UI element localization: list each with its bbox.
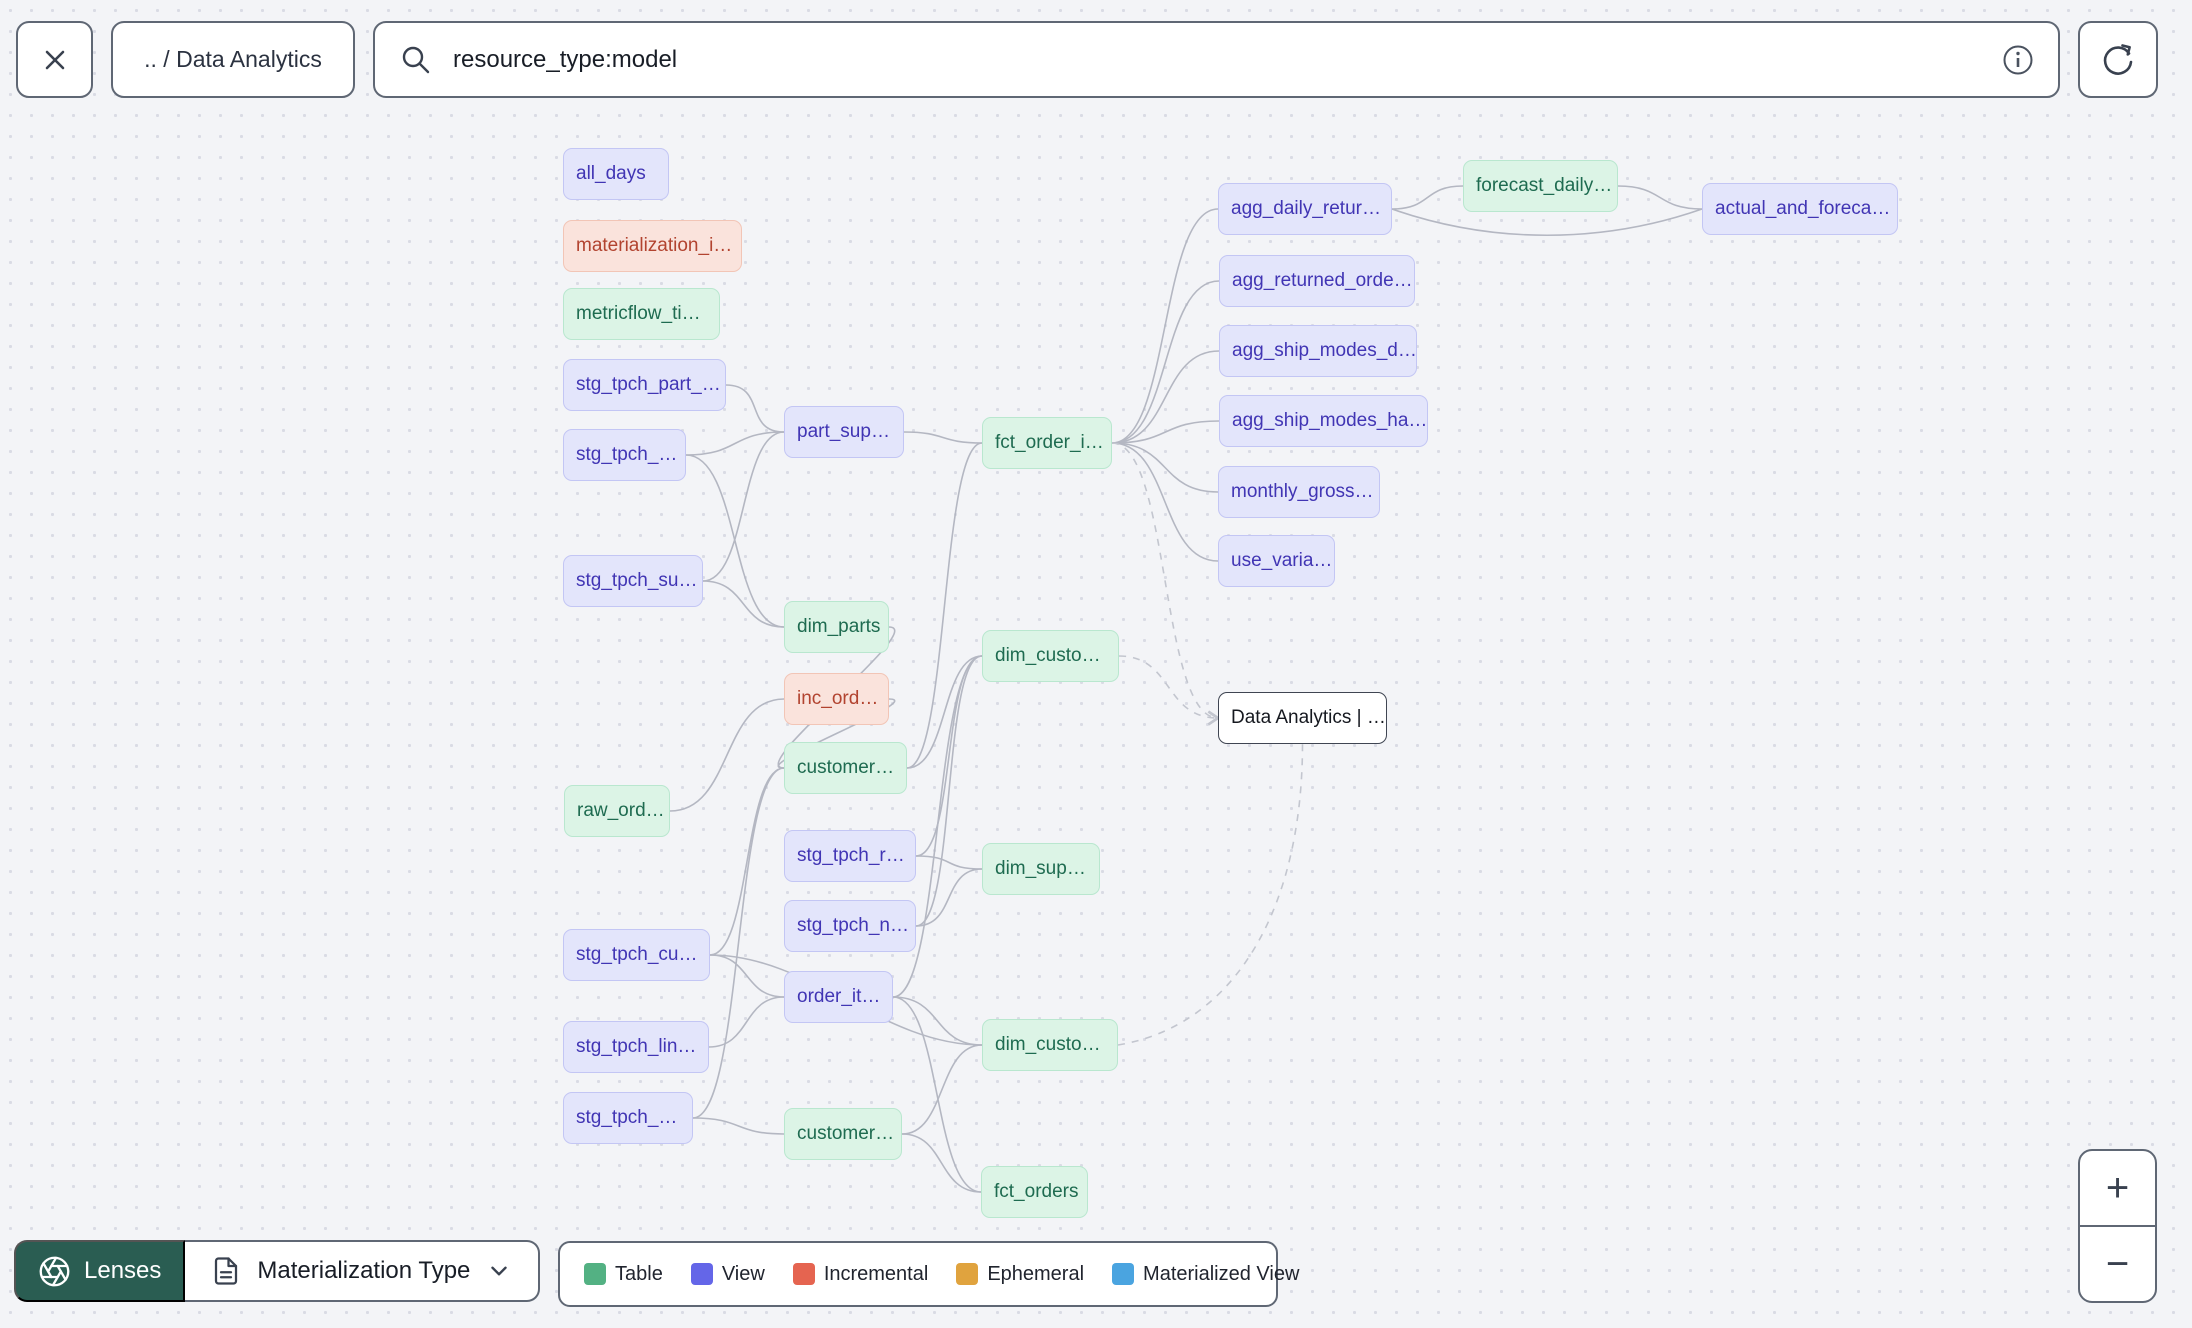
lenses-button[interactable]: Lenses [14,1240,186,1302]
lenses-group: Lenses Materialization Type [14,1240,541,1302]
graph-node-raw-ord[interactable]: raw_ord… [564,785,670,837]
graph-node-stg-tpch-cu[interactable]: stg_tpch_cu… [563,929,710,981]
graph-node-materialization-i[interactable]: materialization_i… [563,220,742,272]
graph-node-all-days[interactable]: all_days [563,148,669,200]
graph-node-stg-tpch[interactable]: stg_tpch_… [563,1092,693,1144]
lenses-label: Lenses [84,1257,162,1284]
info-icon[interactable] [2002,44,2034,76]
graph-node-data-analytics[interactable]: Data Analytics | … [1218,692,1387,744]
legend-item-incremental: Incremental [792,1262,929,1286]
graph-node-part-sup[interactable]: part_sup… [784,406,904,458]
zoom-in-button[interactable]: + [2080,1151,2155,1225]
graph-node-dim-custo[interactable]: dim_custo… [982,630,1119,682]
graph-node-dim-parts[interactable]: dim_parts [784,601,889,653]
search-bar[interactable] [373,21,2060,98]
graph-node-use-varia[interactable]: use_varia… [1218,535,1335,587]
refresh-button[interactable] [2078,21,2158,98]
legend-label: Materialized View [1143,1262,1300,1285]
breadcrumb-label: .. / Data Analytics [144,46,322,72]
close-button[interactable] [16,21,93,98]
legend-label: View [721,1262,765,1285]
legend-item-table: Table [584,1263,663,1286]
lineage-canvas[interactable]: all_days materialization_i… metricflow_ti…… [0,0,2192,1328]
legend-label: Incremental [823,1262,929,1285]
aperture-icon [39,1256,70,1286]
graph-node-fct-orders[interactable]: fct_orders [981,1166,1088,1218]
lens-selector[interactable]: Materialization Type [185,1240,541,1302]
legend-item-view: View [690,1262,765,1286]
zoom-out-button[interactable]: − [2080,1225,2155,1301]
zoom-controls: + − [2078,1149,2157,1303]
graph-node-inc-ord[interactable]: inc_ord… [784,673,889,725]
graph-node-metricflow-ti[interactable]: metricflow_ti… [563,288,720,340]
legend-label: Ephemeral [987,1262,1085,1285]
refresh-icon [2103,43,2133,75]
graph-node-actual-and-foreca[interactable]: actual_and_foreca… [1702,183,1898,235]
graph-node-agg-ship-modes-ha[interactable]: agg_ship_modes_ha… [1219,395,1428,447]
legend-item-materialized-view: Materialized View [1112,1263,1299,1286]
legend-swatch [956,1263,979,1285]
legend-swatch [1112,1263,1135,1285]
legend-swatch [690,1263,713,1285]
graph-node-stg-tpch-lin[interactable]: stg_tpch_lin… [563,1021,709,1073]
graph-node-stg-tpch-n[interactable]: stg_tpch_n… [784,900,916,952]
graph-node-forecast-daily[interactable]: forecast_daily… [1463,160,1618,212]
legend-item-ephemeral: Ephemeral [956,1263,1084,1286]
search-input[interactable] [453,45,2002,74]
graph-node-stg-tpch-r[interactable]: stg_tpch_r… [784,830,916,882]
graph-node-agg-ship-modes-d[interactable]: agg_ship_modes_d… [1219,325,1417,377]
graph-node-dim-custo[interactable]: dim_custo… [982,1019,1118,1071]
graph-node-agg-daily-retur[interactable]: agg_daily_retur… [1218,183,1392,235]
graph-node-fct-order-i[interactable]: fct_order_i… [982,417,1112,469]
legend: Table View Incremental Ephemeral Materialize… [558,1241,1299,1307]
document-icon [215,1257,238,1285]
graph-node-customer[interactable]: customer… [784,1108,902,1160]
search-icon [402,46,430,73]
breadcrumb[interactable]: .. / Data Analytics [111,21,355,98]
graph-node-customer[interactable]: customer… [784,742,907,794]
graph-node-stg-tpch-part[interactable]: stg_tpch_part_… [563,359,726,411]
legend-label: Table [615,1262,663,1285]
graph-node-monthly-gross[interactable]: monthly_gross… [1218,466,1380,518]
graph-node-stg-tpch[interactable]: stg_tpch_… [563,429,686,481]
graph-node-order-it[interactable]: order_it… [784,971,893,1023]
chevron-down-icon [491,1266,508,1276]
graph-node-agg-returned-orde[interactable]: agg_returned_orde… [1219,255,1415,307]
legend-swatch [792,1263,815,1285]
graph-node-stg-tpch-su[interactable]: stg_tpch_su… [563,555,703,607]
lens-selector-label: Materialization Type [257,1257,471,1284]
legend-swatch [584,1263,606,1285]
graph-node-dim-sup[interactable]: dim_sup… [982,843,1100,895]
close-icon [45,50,64,69]
